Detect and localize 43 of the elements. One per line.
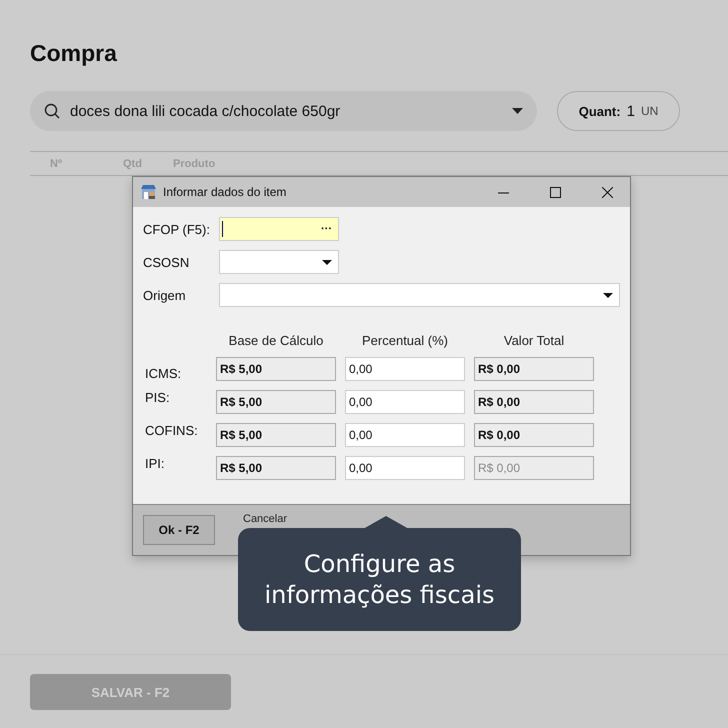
- percent-field[interactable]: 0,00: [345, 423, 465, 447]
- total-value-field: R$ 0,00: [474, 423, 594, 447]
- base-value-field: R$ 5,00: [216, 390, 336, 414]
- total-value-field: R$ 0,00: [474, 390, 594, 414]
- maximize-icon: [550, 186, 560, 198]
- field-label: CFOP (F5):: [143, 222, 211, 236]
- search-icon: [44, 103, 60, 119]
- cfop-field[interactable]: ···: [219, 217, 339, 241]
- select-field[interactable]: [219, 283, 620, 307]
- field-label: CSOSN: [143, 254, 190, 270]
- column-header: Percentual (%): [361, 333, 449, 348]
- tooltip-text: Configure as informações fiscais: [263, 548, 496, 610]
- dropdown-icon: [322, 260, 332, 264]
- unit-label: UN: [640, 104, 658, 118]
- column-header: Base de Cálculo: [228, 333, 324, 348]
- tax-label: IPI:: [145, 456, 166, 471]
- ok-button[interactable]: Ok - F2: [143, 515, 215, 545]
- dropdown-icon: [603, 292, 613, 298]
- percent-field[interactable]: 0,00: [345, 390, 465, 414]
- dialog-title: Informar dados do item: [163, 185, 288, 199]
- base-value-field: R$ 5,00: [216, 423, 336, 447]
- select-field[interactable]: [219, 250, 339, 274]
- total-value-field: R$ 0,00: [474, 456, 594, 480]
- column-header: Valor Total: [502, 333, 566, 348]
- cancel-button[interactable]: Cancelar: [243, 513, 288, 525]
- percent-field[interactable]: 0,00: [345, 456, 465, 480]
- tax-label: ICMS:: [145, 366, 182, 381]
- close-icon: [602, 186, 612, 198]
- percent-field[interactable]: 0,00: [345, 357, 465, 381]
- quantity-field[interactable]: Quant: 1 UN: [557, 91, 680, 131]
- field-label: Origem: [143, 288, 187, 302]
- base-value-field: R$ 5,00: [216, 456, 336, 480]
- total-value-field: R$ 0,00: [474, 357, 594, 381]
- product-search-field[interactable]: doces dona lili cocada c/chocolate 650gr: [30, 91, 537, 131]
- lookup-button[interactable]: ···: [321, 223, 332, 235]
- quantity-label: Quant:: [578, 104, 621, 118]
- base-value-field: R$ 5,00: [216, 357, 336, 381]
- tax-label: PIS:: [145, 390, 171, 405]
- page-title: Compra: [30, 40, 118, 67]
- store-icon: [141, 184, 157, 200]
- tax-label: COFINS:: [145, 423, 199, 438]
- quantity-value: 1: [626, 102, 635, 120]
- dropdown-icon: [512, 108, 523, 114]
